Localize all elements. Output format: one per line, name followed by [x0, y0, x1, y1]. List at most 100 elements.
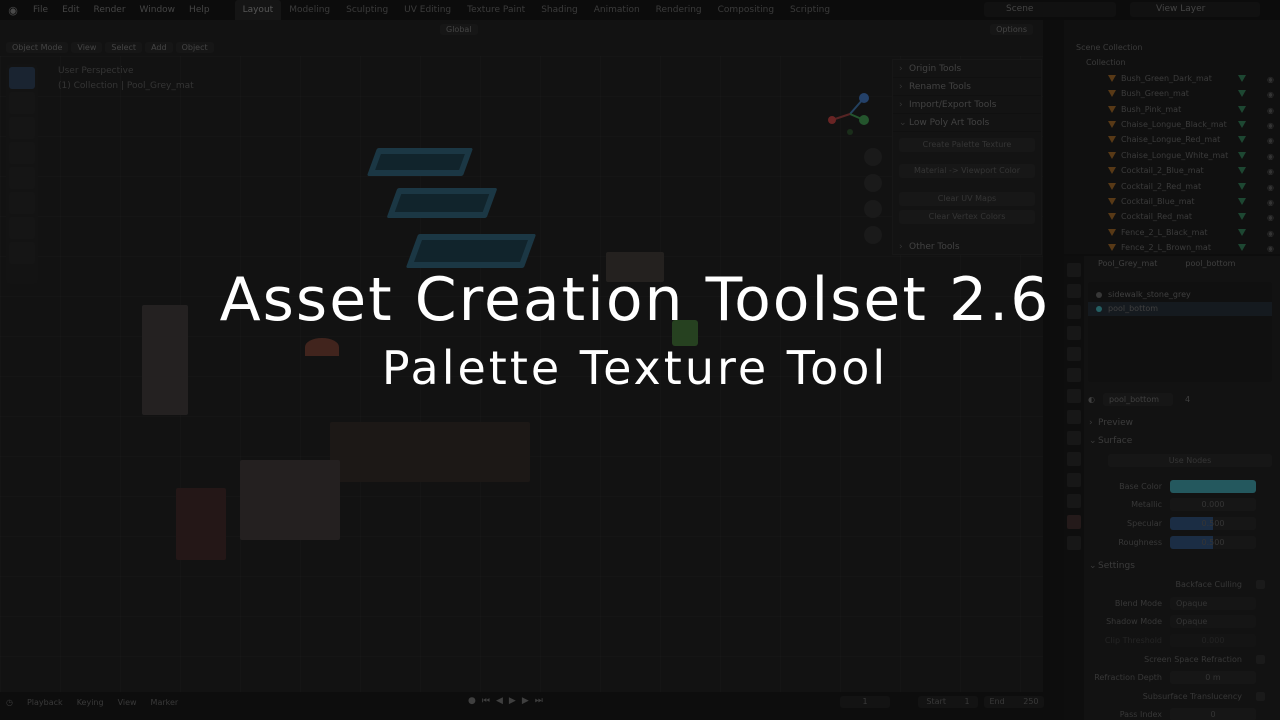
sst-checkbox[interactable]	[1256, 691, 1265, 701]
tab-animation[interactable]: Animation	[586, 0, 648, 20]
create-palette-texture-button[interactable]: Create Palette Texture	[899, 138, 1035, 152]
pool-asset[interactable]	[366, 148, 474, 176]
tab-scripting[interactable]: Scripting	[782, 0, 838, 20]
material-tab-icon[interactable]	[1067, 515, 1081, 529]
specular-slider[interactable]: 0.500	[1170, 516, 1256, 530]
scale-icon[interactable]	[9, 167, 35, 189]
use-nodes-button[interactable]: Use Nodes	[1108, 454, 1272, 467]
mode-selector[interactable]: Object Mode	[6, 42, 69, 53]
tab-sculpting[interactable]: Sculpting	[338, 0, 396, 20]
jump-end-icon[interactable]: ⏭	[535, 696, 549, 706]
tile-asset[interactable]	[240, 460, 340, 540]
menu-edit[interactable]: Edit	[55, 5, 86, 15]
collection-row[interactable]: Collection	[1064, 55, 1280, 70]
next-key-icon[interactable]: ▶	[522, 696, 535, 706]
eye-icon[interactable]: ◉	[1267, 210, 1274, 225]
tab-shading[interactable]: Shading	[533, 0, 586, 20]
constraints-icon[interactable]	[1067, 473, 1081, 487]
rename-tools-section[interactable]: Rename Tools	[893, 78, 1041, 96]
rotate-icon[interactable]	[9, 142, 35, 164]
cursor-icon[interactable]	[9, 92, 35, 114]
chair-asset[interactable]	[330, 422, 530, 482]
annotate-icon[interactable]	[9, 217, 35, 239]
outliner-item[interactable]: Bush_Green_mat ◉	[1064, 86, 1280, 101]
texture-icon[interactable]	[1067, 536, 1081, 550]
fence-asset[interactable]	[176, 488, 226, 560]
other-tools-section[interactable]: Other Tools	[893, 238, 1041, 256]
backface-culling-checkbox[interactable]	[1256, 580, 1265, 590]
ssr-checkbox[interactable]	[1256, 654, 1265, 664]
physics-icon[interactable]	[1067, 452, 1081, 466]
roughness-slider[interactable]: 0.500	[1170, 535, 1256, 549]
tab-modeling[interactable]: Modeling	[281, 0, 338, 20]
outliner-item[interactable]: Chaise_Longue_Black_mat ◉	[1064, 117, 1280, 132]
navigation-gizmo[interactable]	[826, 90, 872, 138]
eye-icon[interactable]: ◉	[1267, 180, 1274, 195]
prev-key-icon[interactable]: ◀	[496, 696, 509, 706]
menu-window[interactable]: Window	[133, 5, 183, 15]
outliner-item[interactable]: Cocktail_2_Blue_mat ◉	[1064, 163, 1280, 178]
clear-uv-maps-button[interactable]: Clear UV Maps	[899, 192, 1035, 206]
shadow-mode-select[interactable]: Opaque	[1170, 615, 1256, 629]
eye-icon[interactable]: ◉	[1267, 241, 1274, 256]
move-icon[interactable]	[9, 117, 35, 139]
base-color-swatch[interactable]	[1170, 479, 1256, 493]
timeline-view-menu[interactable]: View	[118, 698, 137, 707]
scene-collection-row[interactable]: Scene Collection	[1064, 40, 1280, 55]
playback-menu[interactable]: Playback	[27, 698, 63, 707]
outliner-item[interactable]: Bush_Green_Dark_mat ◉	[1064, 71, 1280, 86]
pool-asset[interactable]	[386, 188, 498, 218]
mesh-data-icon[interactable]	[1067, 494, 1081, 508]
camera-icon[interactable]	[864, 200, 882, 218]
eye-icon[interactable]: ◉	[1267, 72, 1274, 87]
grid-view-icon[interactable]	[864, 226, 882, 244]
eye-icon[interactable]: ◉	[1267, 149, 1274, 164]
tab-texture-paint[interactable]: Texture Paint	[459, 0, 533, 20]
scene-selector[interactable]: Scene	[984, 2, 1116, 17]
marker-menu[interactable]: Marker	[151, 698, 179, 707]
menu-render[interactable]: Render	[87, 5, 133, 15]
start-frame-field[interactable]: Start 1	[918, 696, 978, 708]
select-box-icon[interactable]	[9, 67, 35, 89]
eye-icon[interactable]: ◉	[1267, 118, 1274, 133]
editor-type-icon[interactable]: ◷	[6, 698, 13, 707]
surface-section[interactable]: Surface	[1084, 432, 1280, 450]
current-frame-field[interactable]: 1	[840, 696, 890, 708]
clip-threshold-field[interactable]: 0.000	[1170, 633, 1256, 647]
play-icon[interactable]: ▶	[509, 696, 522, 706]
material-to-viewport-color-button[interactable]: Material -> Viewport Color	[899, 164, 1035, 178]
origin-tools-section[interactable]: Origin Tools	[893, 60, 1041, 78]
outliner-item[interactable]: Cocktail_Blue_mat ◉	[1064, 194, 1280, 209]
outliner-item[interactable]: Cocktail_Red_mat ◉	[1064, 209, 1280, 224]
modifier-wrench-icon[interactable]	[1067, 410, 1081, 424]
options-dropdown[interactable]: Options	[990, 24, 1033, 35]
eye-icon[interactable]: ◉	[1267, 164, 1274, 179]
low-poly-art-tools-section[interactable]: Low Poly Art Tools	[893, 114, 1041, 132]
outliner-item[interactable]: Cocktail_2_Red_mat ◉	[1064, 179, 1280, 194]
outliner-item[interactable]: Fence_2_L_Brown_mat ◉	[1064, 240, 1280, 255]
end-frame-field[interactable]: End 250	[984, 696, 1044, 708]
add-menu[interactable]: Add	[145, 42, 173, 53]
preview-section[interactable]: Preview	[1084, 414, 1280, 432]
particles-icon[interactable]	[1067, 431, 1081, 445]
transform-icon[interactable]	[9, 192, 35, 214]
menu-help[interactable]: Help	[182, 5, 217, 15]
clear-vertex-colors-button[interactable]: Clear Vertex Colors	[899, 210, 1035, 224]
tab-compositing[interactable]: Compositing	[710, 0, 782, 20]
blender-logo-icon[interactable]: ◉	[0, 4, 26, 17]
settings-section[interactable]: Settings	[1084, 557, 1280, 575]
view-menu[interactable]: View	[71, 42, 103, 53]
outliner-item[interactable]: Bush_Pink_mat ◉	[1064, 102, 1280, 117]
transform-orientation[interactable]: Global	[440, 24, 478, 35]
view-layer-selector[interactable]: View Layer	[1130, 2, 1260, 17]
measure-icon[interactable]	[9, 242, 35, 264]
outliner-item[interactable]: Fence_2_L_Black_mat ◉	[1064, 225, 1280, 240]
refraction-depth-field[interactable]: 0 m	[1170, 671, 1256, 685]
eye-icon[interactable]: ◉	[1267, 103, 1274, 118]
jump-start-icon[interactable]: ⏮	[482, 696, 496, 706]
keying-menu[interactable]: Keying	[77, 698, 104, 707]
eye-icon[interactable]: ◉	[1267, 195, 1274, 210]
tab-layout[interactable]: Layout	[234, 0, 282, 20]
tab-uv-editing[interactable]: UV Editing	[396, 0, 459, 20]
outliner-item[interactable]: Chaise_Longue_White_mat ◉	[1064, 148, 1280, 163]
